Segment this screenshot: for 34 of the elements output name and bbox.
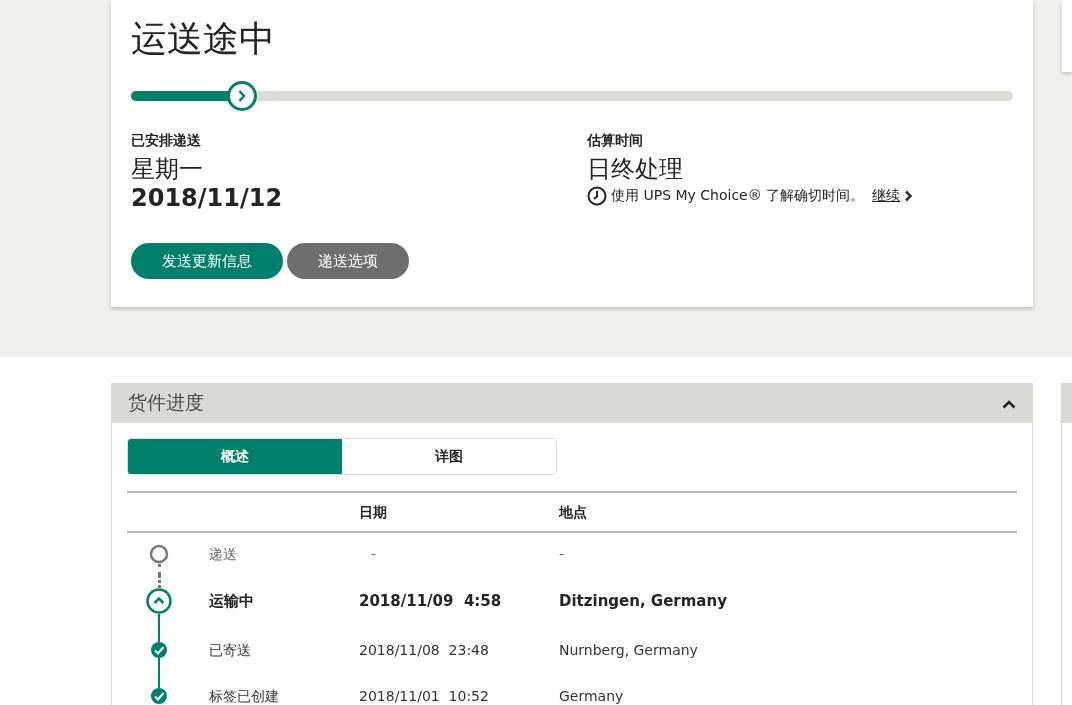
event-status: 已寄送 <box>209 640 251 660</box>
side-card <box>1062 0 1072 72</box>
delivery-day: 星期一 <box>131 155 203 183</box>
send-updates-button[interactable]: 发送更新信息 <box>131 243 283 279</box>
continue-link[interactable]: 继续 <box>872 185 914 206</box>
chevron-right-icon <box>904 189 914 202</box>
column-header: 地点 <box>559 504 587 520</box>
status-title: 运送途中 <box>131 18 275 61</box>
event-status: 运输中 <box>209 590 254 612</box>
event-status: 标签已创建 <box>209 686 279 705</box>
chevron-up-icon[interactable] <box>1002 398 1016 409</box>
panel-title: 货件进度 <box>128 391 204 416</box>
clock-icon <box>587 185 607 206</box>
event-location: Nurnberg, Germany <box>559 640 698 660</box>
event-date: - <box>371 544 377 564</box>
event-status: 递送 <box>209 544 237 564</box>
estimate-value: 日终处理 <box>587 155 683 183</box>
delivery-date: 2018/11/12 <box>131 183 283 213</box>
column-header: 日期 <box>359 504 387 520</box>
chevron-right-circle-icon <box>227 81 258 111</box>
event-location: - <box>559 544 565 564</box>
empty-circle-icon <box>149 544 169 564</box>
check-circle-icon <box>151 642 167 658</box>
event-date: 2018/11/09 4:58 <box>359 590 502 612</box>
event-location: Ditzingen, Germany <box>559 590 727 612</box>
event-date: 2018/11/01 10:52 <box>359 686 489 705</box>
delivery-options-button[interactable]: 递送选项 <box>287 243 409 279</box>
estimate-note: 使用 UPS My Choice® 了解确切时间。 <box>611 186 865 205</box>
event-date: 2018/11/08 23:48 <box>359 640 489 660</box>
chevron-up-circle-icon <box>146 588 172 614</box>
view-tab[interactable]: 概述 <box>128 439 342 474</box>
estimate-label: 估算时间 <box>587 131 643 149</box>
scheduled-label: 已安排递送 <box>131 131 201 149</box>
event-location: Germany <box>559 686 624 705</box>
